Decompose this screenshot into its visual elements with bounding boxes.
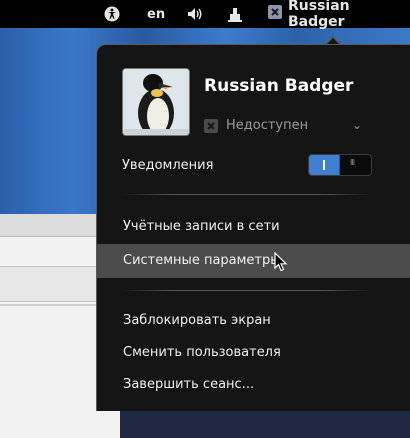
offline-status-icon [268, 5, 282, 23]
menu-item-label: Заблокировать экран [123, 313, 271, 328]
menu-separator [122, 194, 372, 195]
menu-item-switch-user[interactable]: Сменить пользователя [97, 336, 410, 370]
menu-item-lock-screen[interactable]: Заблокировать экран [97, 304, 410, 338]
menu-item-label: Учётные записи в сети [123, 219, 280, 234]
user-avatar [122, 68, 190, 136]
menu-separator [122, 290, 372, 291]
toggle-knob [340, 155, 371, 175]
menu-item-system-settings[interactable]: Системные параметры [97, 244, 410, 278]
topbar-user-name: Russian Badger [288, 0, 350, 30]
keyboard-layout-indicator[interactable]: en [147, 0, 165, 28]
menu-item-label: Завершить сеанс... [123, 377, 255, 392]
menu-item-label: Системные параметры [123, 253, 281, 268]
mouse-pointer-icon [274, 251, 288, 276]
top-panel: en Russian Badger [0, 0, 410, 30]
menu-item-online-accounts[interactable]: Учётные записи в сети [97, 210, 410, 244]
volume-icon[interactable] [187, 0, 203, 28]
menu-item-label: Сменить пользователя [123, 345, 281, 360]
notifications-toggle[interactable] [308, 154, 372, 176]
accessibility-icon[interactable] [104, 0, 120, 28]
user-menu-button[interactable]: Russian Badger [268, 0, 410, 30]
offline-status-icon [204, 118, 218, 137]
menu-user-name: Russian Badger [204, 76, 354, 96]
menu-item-log-out[interactable]: Завершить сеанс... [97, 368, 410, 402]
notifications-label: Уведомления [122, 158, 214, 173]
chevron-down-icon[interactable]: ⌄ [352, 118, 362, 132]
network-icon[interactable] [228, 0, 242, 28]
toggle-on-side [309, 155, 340, 175]
status-selector[interactable]: Недоступен [226, 118, 308, 133]
